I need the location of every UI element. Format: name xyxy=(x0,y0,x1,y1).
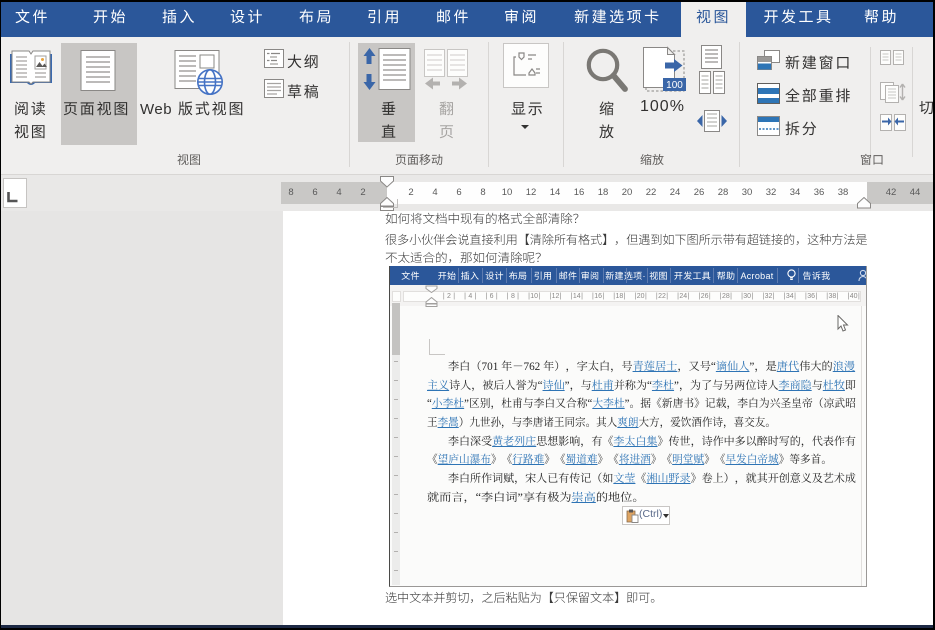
svg-text:100: 100 xyxy=(666,80,683,91)
